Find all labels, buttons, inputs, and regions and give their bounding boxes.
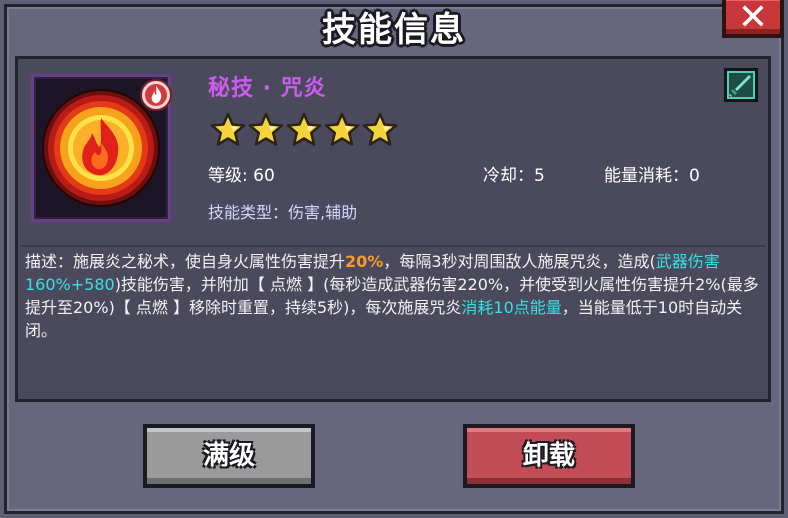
star-icon xyxy=(362,112,398,146)
star-icon xyxy=(210,112,246,146)
fire-element-badge-icon xyxy=(140,79,172,111)
skill-level: 等级: 60 xyxy=(208,166,275,186)
skill-energy-cost: 能量消耗：0 xyxy=(604,166,700,186)
skill-cooldown: 冷却：5 xyxy=(483,166,545,186)
skill-description: 描述：施展炎之秘术，使自身火属性伤害提升20%，每隔3秒对周围敌人施展咒炎，造成… xyxy=(25,250,761,342)
skill-type: 技能类型：伤害,辅助 xyxy=(208,203,358,222)
close-icon: ✕ xyxy=(737,0,769,38)
star-icon xyxy=(248,112,284,146)
description-highlight-damage-boost: 20% xyxy=(345,252,384,271)
unload-button[interactable]: 卸载 xyxy=(463,424,635,488)
divider xyxy=(21,245,766,247)
star-icon xyxy=(324,112,360,146)
description-highlight-energy-cost: 消耗10点能量 xyxy=(461,298,562,317)
weapon-badge xyxy=(724,68,758,102)
sword-weapon-icon xyxy=(729,75,751,97)
dialog-title: 技能信息 xyxy=(322,10,466,50)
max-level-button[interactable]: 满级 xyxy=(143,424,315,488)
star-icon xyxy=(286,112,322,146)
description-text: ，每隔3秒对周围敌人施展咒炎，造成( xyxy=(383,252,656,271)
close-button[interactable]: ✕ xyxy=(722,0,784,38)
description-text: 描述：施展炎之秘术，使自身火属性伤害提升 xyxy=(25,252,346,271)
skill-name: 秘技 · 咒炎 xyxy=(208,76,327,101)
